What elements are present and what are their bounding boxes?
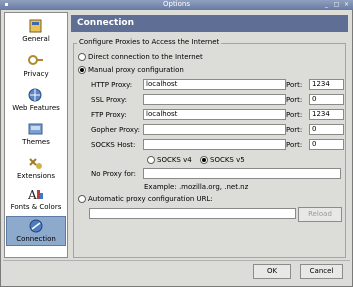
group-label: Configure Proxies to Access the Internet [77,38,222,46]
http-proxy-label: HTTP Proxy: [91,81,133,89]
options-dialog: General Privacy Web Features Themes Exte… [0,9,353,287]
title-bar: ▪ Options _ □ × [0,0,353,9]
sidebar-item-label: Connection [16,235,56,243]
http-port-input[interactable]: 1234 [309,79,344,90]
socks-port-input[interactable]: 0 [309,139,344,150]
sidebar-item-extensions[interactable]: Extensions [6,154,66,182]
socks-v4-radio[interactable] [147,156,155,164]
sidebar-item-label: Extensions [16,172,55,180]
manual-proxy-label: Manual proxy configuration [88,66,184,74]
manual-proxy-radio[interactable] [78,66,86,74]
proxy-groupbox [73,43,346,258]
no-proxy-input[interactable] [143,168,341,179]
socks-v5-radio[interactable] [200,156,208,164]
ftp-proxy-label: FTP Proxy: [91,111,127,119]
sidebar-item-web-features[interactable]: Web Features [6,86,66,114]
connection-icon [29,219,43,233]
direct-connection-label: Direct connection to the Internet [88,53,203,61]
gopher-port-label: Port: [286,126,303,134]
web-features-icon [28,88,42,102]
ok-button[interactable]: OK [253,264,291,279]
sidebar-item-label: Fonts & Colors [10,203,62,211]
gopher-proxy-input[interactable] [143,124,286,135]
auto-proxy-url-input[interactable] [89,208,296,219]
privacy-icon [28,55,43,65]
http-proxy-input[interactable]: localhost [143,79,286,90]
sidebar-item-general[interactable]: General [6,17,66,45]
ftp-port-input[interactable]: 1234 [309,109,344,120]
window-title: Options [162,0,190,8]
http-port-label: Port: [286,81,303,89]
socks-port-label: Port: [286,141,303,149]
general-icon [29,19,42,33]
socks-v4-label: SOCKS v4 [157,156,192,164]
ssl-proxy-label: SSL Proxy: [91,96,128,104]
sidebar-item-privacy[interactable]: Privacy [6,52,66,80]
minimize-icon[interactable]: _ [322,1,331,8]
category-sidebar: General Privacy Web Features Themes Exte… [4,12,68,258]
socks-host-input[interactable] [143,139,286,150]
sidebar-item-label: Web Features [12,104,60,112]
no-proxy-label: No Proxy for: [91,170,137,178]
sidebar-item-themes[interactable]: Themes [6,120,66,148]
connection-panel: Connection Configure Proxies to Access t… [69,12,350,258]
gopher-port-input[interactable]: 0 [309,124,344,135]
gopher-proxy-label: Gopher Proxy: [91,126,141,134]
no-proxy-example: Example: .mozilla.org, .net.nz [144,183,249,191]
sidebar-item-label: Privacy [23,70,49,78]
ssl-port-label: Port: [286,96,303,104]
close-icon[interactable]: × [342,1,351,8]
cancel-button[interactable]: Cancel [300,264,343,279]
ssl-proxy-input[interactable] [143,94,286,105]
page-title: Connection [71,15,348,32]
direct-connection-radio[interactable] [78,53,86,61]
auto-proxy-radio[interactable] [78,195,86,203]
ssl-port-input[interactable]: 0 [309,94,344,105]
socks-host-label: SOCKS Host: [91,141,136,149]
footer-divider [3,260,350,261]
sidebar-item-fonts-colors[interactable]: A Fonts & Colors [6,185,66,213]
sidebar-item-connection[interactable]: Connection [6,216,66,246]
sidebar-item-label: Themes [22,138,50,146]
ftp-proxy-input[interactable]: localhost [143,109,286,120]
themes-icon [28,123,43,135]
extensions-icon [29,158,42,169]
maximize-icon[interactable]: □ [332,1,341,8]
socks-v5-label: SOCKS v5 [210,156,245,164]
ftp-port-label: Port: [286,111,303,119]
reload-button[interactable]: Reload [298,207,342,222]
fonts-colors-icon: A [27,188,43,201]
auto-proxy-label: Automatic proxy configuration URL: [88,195,213,203]
sidebar-item-label: General [22,35,50,43]
svg-text:A: A [27,188,37,201]
